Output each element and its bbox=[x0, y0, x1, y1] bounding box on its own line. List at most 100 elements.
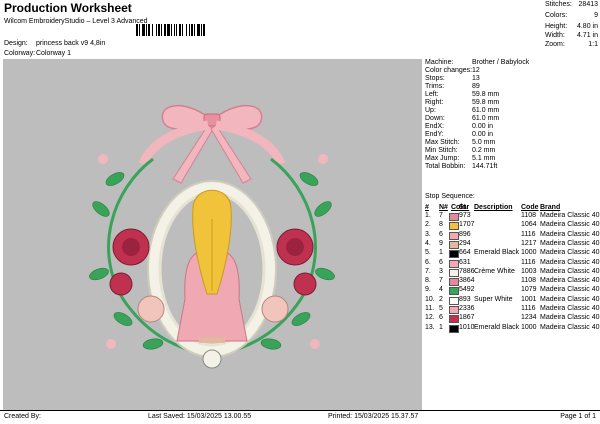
stop-cell-n: 5 bbox=[439, 305, 443, 312]
color-swatch bbox=[449, 324, 459, 333]
stop-cell-st: 1707 bbox=[459, 221, 475, 229]
stop-cell-n: 2 bbox=[439, 295, 443, 303]
stop-cell-num: 6. bbox=[425, 258, 431, 266]
created-by: Created By: bbox=[4, 413, 41, 420]
info-value: 59.8 mm bbox=[472, 91, 500, 98]
info-value: Brother / Babylock bbox=[472, 59, 530, 66]
color-swatch bbox=[449, 259, 459, 268]
stop-cell-code: 1116 bbox=[521, 258, 536, 266]
software-subtitle: Wilcom EmbroideryStudio – Level 3 Advanc… bbox=[4, 18, 148, 25]
stop-cell-st: 2336 bbox=[459, 305, 475, 312]
barcode-icon bbox=[136, 24, 205, 36]
stop-cell-num: 11. bbox=[425, 305, 435, 312]
info-label: Max Stitch: bbox=[425, 139, 460, 146]
stat-width: 4.71 in bbox=[576, 32, 598, 39]
info-value: 61.0 mm bbox=[472, 107, 500, 114]
stat-label: Zoom: bbox=[545, 41, 565, 48]
info-label: Right: bbox=[425, 99, 444, 106]
stop-cell-code: 1064 bbox=[521, 221, 537, 229]
stop-cell-code: 1001 bbox=[521, 295, 537, 303]
stop-cell-num: 8. bbox=[425, 277, 431, 285]
stop-cell-code: 1000 bbox=[521, 249, 537, 257]
color-swatch bbox=[449, 315, 459, 324]
stop-cell-brand: Madeira Classic 40 bbox=[540, 295, 600, 303]
stop-cell-desc: Emerald Black bbox=[474, 249, 520, 257]
color-swatch bbox=[449, 278, 459, 287]
stat-label: Colors: bbox=[545, 12, 568, 19]
stat-zoom: 1:1 bbox=[588, 41, 598, 48]
stat-label: Stitches: bbox=[545, 1, 572, 8]
stop-cell-brand: Madeira Classic 40 bbox=[540, 323, 600, 331]
color-swatch bbox=[449, 296, 459, 305]
stop-cell-code: 1108 bbox=[521, 212, 537, 219]
stop-cell-st: 3864 bbox=[459, 277, 475, 285]
color-swatch bbox=[449, 222, 459, 231]
design-preview-canvas[interactable] bbox=[3, 59, 422, 410]
info-value: 59.8 mm bbox=[472, 99, 500, 106]
stop-cell-n: 1 bbox=[439, 249, 443, 257]
stop-cell-n: 4 bbox=[439, 286, 443, 294]
stop-cell-brand: Madeira Classic 40 bbox=[540, 286, 600, 294]
stop-cell-st: 1867 bbox=[459, 314, 475, 322]
info-value: 13 bbox=[472, 75, 480, 82]
white-flower-icon bbox=[202, 349, 222, 369]
stop-sequence-title: Stop Sequence: bbox=[425, 193, 475, 200]
stop-cell-brand: Madeira Classic 40 bbox=[540, 212, 600, 219]
embroidery-preview-image bbox=[89, 104, 335, 369]
color-swatch bbox=[449, 250, 459, 259]
info-value: 5.0 mm bbox=[472, 139, 496, 146]
info-label: Min Stitch: bbox=[425, 147, 458, 154]
color-swatch bbox=[449, 231, 459, 240]
col-header-brand: Brand bbox=[540, 204, 561, 211]
stop-cell-n: 6 bbox=[439, 230, 443, 238]
stop-cell-brand: Madeira Classic 40 bbox=[540, 221, 600, 229]
stop-cell-st: 631 bbox=[459, 258, 471, 266]
stop-cell-st: 5492 bbox=[459, 286, 475, 294]
info-value: 0.2 mm bbox=[472, 147, 496, 154]
stop-cell-st: 294 bbox=[459, 239, 471, 247]
stop-cell-num: 9. bbox=[425, 286, 431, 294]
stop-cell-brand: Madeira Classic 40 bbox=[540, 249, 600, 257]
stop-cell-st: 664 bbox=[459, 249, 471, 257]
info-label: Machine: bbox=[425, 59, 454, 66]
stat-height: 4.80 in bbox=[576, 23, 598, 30]
stop-cell-n: 8 bbox=[439, 221, 443, 229]
design-label: Design: bbox=[4, 40, 28, 47]
stop-cell-brand: Madeira Classic 40 bbox=[540, 239, 600, 247]
info-label: Total Bobbin: bbox=[425, 163, 466, 170]
info-value: 89 bbox=[472, 83, 480, 90]
col-header-description: Description bbox=[474, 204, 513, 211]
stop-cell-num: 10. bbox=[425, 295, 435, 303]
info-label: Stops: bbox=[425, 75, 445, 82]
ribbon-bow-icon bbox=[138, 104, 286, 184]
info-label: Left: bbox=[425, 91, 439, 98]
stop-cell-code: 1234 bbox=[521, 314, 537, 322]
stop-cell-num: 7. bbox=[425, 267, 431, 275]
info-value: 12 bbox=[472, 67, 480, 74]
info-value: 0.00 in bbox=[472, 131, 494, 138]
stat-label: Width: bbox=[545, 32, 565, 39]
stop-cell-n: 1 bbox=[439, 323, 443, 331]
stop-cell-code: 1116 bbox=[521, 230, 536, 238]
stop-cell-n: 3 bbox=[439, 267, 443, 275]
stop-cell-n: 7 bbox=[439, 277, 443, 285]
last-saved: Last Saved: 15/03/2025 13.00.55 bbox=[148, 413, 252, 420]
stop-cell-st: 896 bbox=[459, 230, 471, 238]
stat-label: Height: bbox=[545, 23, 568, 30]
stop-cell-code: 1000 bbox=[521, 323, 537, 331]
info-label: Up: bbox=[425, 107, 436, 114]
stop-cell-num: 2. bbox=[425, 221, 431, 229]
info-label: Trims: bbox=[425, 83, 445, 90]
col-header-stitches: St. bbox=[459, 204, 468, 211]
stop-cell-code: 1116 bbox=[521, 305, 536, 312]
colorway-label: Colorway: bbox=[4, 50, 36, 57]
design-name: princess back v9 4,8in bbox=[36, 40, 106, 47]
stop-cell-desc: Super White bbox=[474, 295, 513, 303]
stop-cell-st: 1010 bbox=[459, 323, 475, 331]
colorway-name: Colorway 1 bbox=[36, 50, 72, 57]
stat-colors: 9 bbox=[594, 12, 598, 19]
stop-cell-n: 7 bbox=[439, 212, 443, 219]
info-value: 144.71ft bbox=[472, 163, 498, 170]
info-label: EndX: bbox=[425, 123, 445, 130]
stop-cell-desc: Emerald Black bbox=[474, 323, 520, 331]
